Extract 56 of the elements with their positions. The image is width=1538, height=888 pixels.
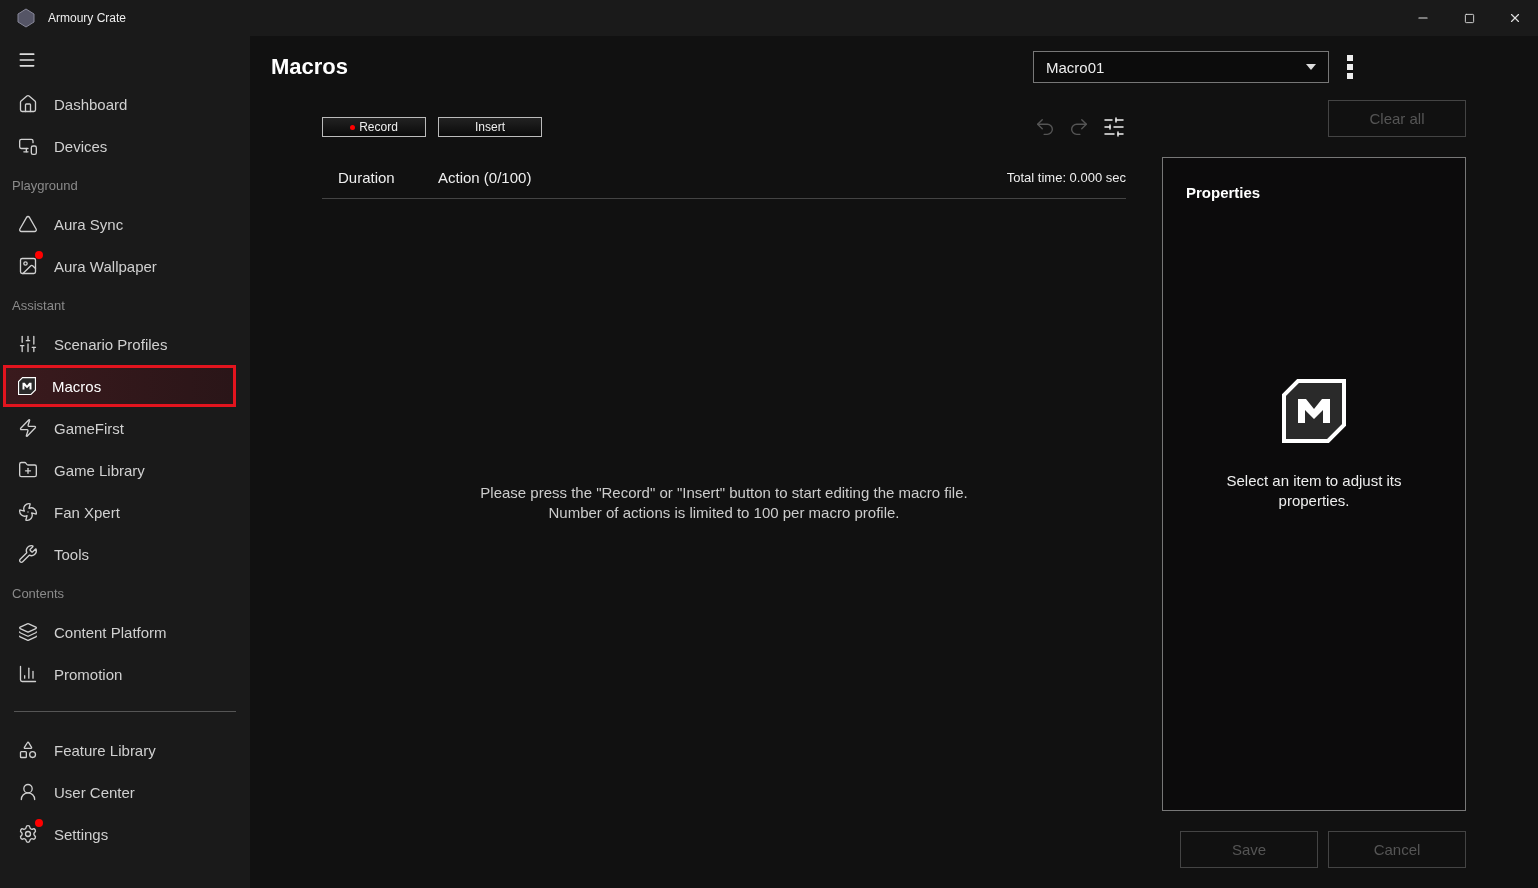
image-icon [18,256,38,276]
nav-item[interactable]: Dashboard [3,83,236,125]
nav-item[interactable]: Feature Library [3,729,236,771]
column-header: Action (0/100) [438,168,532,186]
triangle-icon [18,214,38,234]
nav-item[interactable]: Devices [3,125,236,167]
nav-item[interactable]: Promotion [3,653,236,695]
sliders-icon [18,334,38,354]
macro-icon [18,377,36,395]
section-label: Assistant [11,296,66,315]
section-label: Contents [11,584,66,603]
bar-chart-icon [18,664,38,684]
more-button[interactable] [1347,55,1353,79]
shapes-icon [18,740,38,760]
nav-item[interactable]: Tools [3,533,236,575]
nav-item[interactable]: Game Library [3,449,236,491]
tools-icon [18,544,38,564]
nav-item[interactable]: Macros [3,365,236,407]
sliders-icon [1102,115,1126,139]
lightning-icon [18,418,38,438]
undo-icon [1034,116,1056,138]
nav-item[interactable]: Content Platform [3,611,236,653]
nav-item[interactable]: Aura Wallpaper [3,245,236,287]
layers-icon [18,622,38,642]
empty-message: Number of actions is limited to 100 per macro profile. [548,502,900,523]
record-button[interactable]: Record [322,117,426,137]
home-icon [18,94,38,114]
profile-dropdown[interactable]: Macro01 [1033,51,1329,83]
folder-icon [18,460,38,480]
panel-title: Properties [1186,184,1262,201]
record-dot-icon [350,124,356,130]
redo-icon [1068,116,1090,138]
page-title: Macros [271,54,349,80]
column-header: Duration [338,168,396,186]
maximize-icon [1463,12,1475,24]
nav-item[interactable]: User Center [3,771,236,813]
nav-item[interactable]: Fan Xpert [3,491,236,533]
nav-item[interactable]: Scenario Profiles [3,323,236,365]
total-time: Total time: 0.000 sec [1006,169,1126,185]
window-title: Armoury Crate [48,11,127,25]
section-label: Playground [11,176,79,195]
user-icon [18,782,38,802]
settings-sliders-button[interactable] [1102,115,1126,139]
nav-item[interactable]: Settings [3,813,236,855]
fan-icon [18,502,38,522]
app-logo-icon [16,8,36,28]
settings-icon [18,824,38,844]
nav-item[interactable]: Aura Sync [3,203,236,245]
close-icon [1508,11,1522,25]
nav-item[interactable]: GameFirst [3,407,236,449]
empty-message: Please press the "Record" or "Insert" button to start editing the macro file. [480,482,968,503]
insert-button[interactable]: Insert [438,117,542,137]
macro-icon [1282,379,1346,443]
caret-icon [1306,64,1316,70]
monitor-icon [18,136,38,156]
properties-hint: Select an item to adjust its properties. [1225,471,1403,511]
